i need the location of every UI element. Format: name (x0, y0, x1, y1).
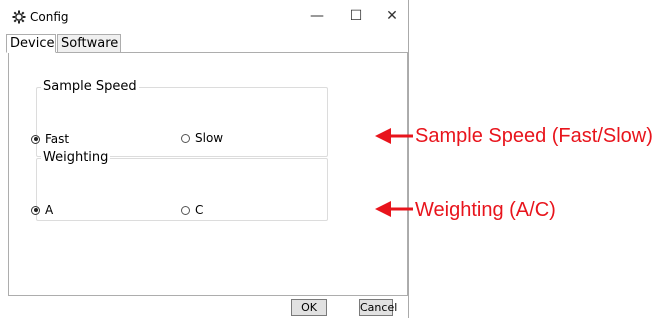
window-title: Config (30, 10, 69, 24)
slow-radio[interactable]: Slow (181, 131, 223, 145)
sample-speed-legend: Sample Speed (41, 79, 139, 95)
weighting-legend: Weighting (41, 150, 111, 166)
cancel-button[interactable]: Cancel (359, 299, 397, 316)
config-dialog: Config — ☐ ✕ Device Software Sample Spee… (0, 0, 409, 318)
minimize-icon: — (310, 8, 324, 24)
radio-unchecked-icon (181, 133, 190, 143)
ok-button[interactable]: OK (291, 299, 327, 316)
close-button[interactable]: ✕ (374, 0, 410, 32)
radio-unchecked-icon (181, 205, 190, 215)
fast-radio[interactable]: Fast (31, 132, 69, 146)
minimize-button[interactable]: — (299, 0, 335, 32)
device-tab-panel: Sample Speed Weighting (8, 52, 408, 296)
maximize-icon: ☐ (349, 8, 363, 24)
weighting-a-label: A (45, 203, 54, 217)
arrow-left-icon (375, 201, 413, 217)
gear-icon (12, 10, 26, 24)
sample-speed-annotation: Sample Speed (Fast/Slow) (415, 125, 653, 147)
weighting-a-radio[interactable]: A (31, 203, 53, 217)
weighting-c-radio[interactable]: C (181, 203, 203, 217)
screenshot-canvas: Config — ☐ ✕ Device Software Sample Spee… (0, 0, 670, 318)
maximize-button[interactable]: ☐ (338, 0, 374, 32)
weighting-annotation: Weighting (A/C) (415, 199, 556, 221)
weighting-c-label: C (195, 203, 204, 217)
slow-radio-label: Slow (195, 131, 224, 145)
arrow-left-icon (375, 128, 413, 144)
tab-device[interactable]: Device (6, 34, 56, 53)
radio-checked-icon (31, 205, 40, 215)
fast-radio-label: Fast (45, 132, 70, 146)
radio-checked-icon (31, 134, 40, 144)
tab-software[interactable]: Software (57, 34, 121, 52)
sample-speed-group: Sample Speed (36, 79, 328, 157)
close-icon: ✕ (386, 8, 398, 24)
title-bar: Config — ☐ ✕ (0, 0, 409, 32)
